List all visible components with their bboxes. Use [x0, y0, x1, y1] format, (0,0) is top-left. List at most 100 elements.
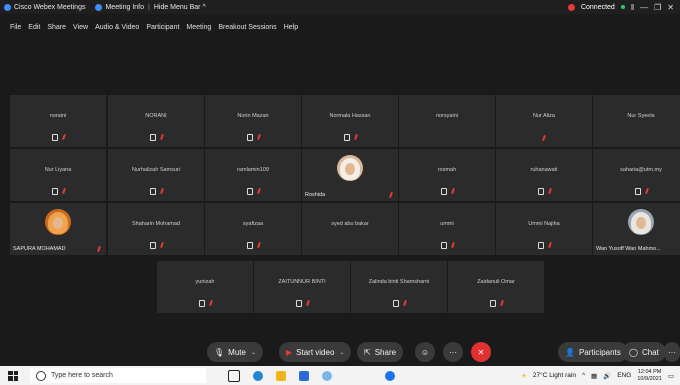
participant-tile[interactable]: Ummi Najiha — [496, 203, 592, 255]
participant-avatar — [45, 209, 71, 235]
participant-tile[interactable]: Nur Syeela — [593, 95, 680, 147]
participant-tile[interactable]: Nur Liyana — [10, 149, 106, 201]
participant-tile[interactable]: Zaidanuli Omar — [448, 261, 544, 313]
muted-icon — [402, 299, 407, 307]
participant-tile[interactable]: syed abu bakar — [302, 203, 398, 255]
participant-tile[interactable]: ZAITUNNUR BINTI — [254, 261, 350, 313]
pinned-app-icon[interactable] — [385, 370, 395, 381]
taskbar-search-placeholder: Type here to search — [51, 372, 113, 379]
windows-taskbar: Type here to search ☀ 27°C Light rain ^ … — [0, 366, 680, 385]
participant-name: saharia@utm.my — [620, 167, 662, 173]
app-title: Cisco Webex Meetings — [4, 3, 85, 11]
notifications-icon[interactable]: ▭ — [668, 372, 674, 380]
mute-button[interactable]: 🎙 Mute ⌄ — [207, 342, 263, 362]
participant-name: ummi — [440, 221, 454, 227]
muted-icon — [547, 187, 552, 195]
file-explorer-icon[interactable] — [276, 370, 286, 381]
minimize-button[interactable]: — — [640, 3, 648, 12]
video-options-chevron-icon[interactable]: ⌄ — [339, 349, 344, 356]
language-indicator[interactable]: ENG — [617, 372, 631, 379]
participant-tile[interactable]: ummi — [399, 203, 495, 255]
restore-button[interactable]: ❐ — [654, 3, 661, 12]
muted-icon — [389, 191, 393, 199]
menu-file[interactable]: File — [10, 24, 21, 36]
participant-tile[interactable]: syafizaa — [205, 203, 301, 255]
participant-name: norsyaini — [435, 113, 458, 119]
participant-tile[interactable]: saharia@utm.my — [593, 149, 680, 201]
muted-icon — [159, 241, 164, 249]
participant-name: Zalinda binti Shamsharni — [368, 279, 430, 285]
muted-icon — [159, 133, 164, 141]
connection-status-text: Connected — [580, 3, 615, 11]
participant-tile[interactable]: yunizah — [157, 261, 253, 313]
volume-icon[interactable]: 🔊 — [603, 372, 611, 380]
participant-tile[interactable]: NORANI — [108, 95, 204, 147]
share-button[interactable]: ⇱ Share — [357, 342, 404, 362]
menu-edit[interactable]: Edit — [28, 24, 40, 36]
video-off-icon — [149, 242, 156, 249]
meeting-controls: 🎙 Mute ⌄ ▶ Start video ⌄ ⇱ Share ☺ ··· ✕… — [0, 342, 680, 366]
more-options-button[interactable]: ··· — [443, 342, 463, 362]
participant-tile[interactable]: Nur Aliza — [496, 95, 592, 147]
participant-tile[interactable]: Roshida — [302, 149, 398, 201]
info-icon — [95, 3, 103, 11]
weather-icon: ☀ — [521, 372, 527, 380]
store-icon[interactable] — [299, 370, 309, 381]
participant-tile[interactable]: Wan Yusoff Wan Mahmo... — [593, 203, 680, 255]
network-icon[interactable]: ▦ — [591, 372, 597, 380]
participant-tile[interactable]: SAPURA MOHAMAD — [10, 203, 106, 255]
tray-chevron-icon[interactable]: ^ — [582, 372, 585, 379]
avatar-face — [53, 217, 63, 229]
search-icon — [36, 370, 46, 381]
video-off-icon — [537, 188, 544, 195]
muted-icon — [256, 133, 261, 141]
edge-browser-icon[interactable] — [253, 370, 263, 381]
participant-tile[interactable]: Zalinda binti Shamsharni — [351, 261, 447, 313]
participant-tile[interactable]: ruhanawati — [496, 149, 592, 201]
meeting-info-button[interactable]: Meeting Info — [95, 3, 144, 11]
participant-status-icons — [205, 187, 301, 195]
menu-help[interactable]: Help — [284, 24, 298, 36]
video-off-icon — [246, 242, 253, 249]
muted-icon — [256, 241, 261, 249]
video-off-icon — [246, 188, 253, 195]
participants-button[interactable]: 👤 Participants — [558, 342, 628, 362]
participant-status-icons — [108, 133, 204, 141]
participant-status-icons — [496, 187, 592, 195]
menu-meeting[interactable]: Meeting — [186, 24, 211, 36]
windows-start-icon[interactable] — [8, 370, 18, 381]
hide-menu-bar-button[interactable]: Hide Menu Bar ^ — [154, 4, 206, 11]
mute-options-chevron-icon[interactable]: ⌄ — [251, 349, 256, 356]
participant-tile[interactable]: noraini — [10, 95, 106, 147]
participant-tile[interactable]: ramlamin109 — [205, 149, 301, 201]
taskbar-search-box[interactable]: Type here to search — [30, 368, 206, 383]
menu-participant[interactable]: Participant — [146, 24, 179, 36]
close-window-button[interactable]: ✕ — [667, 3, 674, 12]
menu-share[interactable]: Share — [47, 24, 66, 36]
reactions-button[interactable]: ☺ — [415, 342, 435, 362]
menu-audio-video[interactable]: Audio & Video — [95, 24, 139, 36]
muted-icon — [499, 299, 504, 307]
participant-name: rosmah — [437, 167, 457, 173]
webex-taskbar-icon[interactable] — [322, 370, 332, 381]
muted-icon — [450, 187, 455, 195]
participant-status-icons — [399, 241, 495, 249]
participant-tile[interactable]: Norin Mazan — [205, 95, 301, 147]
chat-button[interactable]: ◯ Chat — [622, 342, 666, 362]
menu-view[interactable]: View — [73, 24, 88, 36]
more-panels-button[interactable]: ··· — [664, 342, 680, 362]
participant-name: ruhanawati — [530, 167, 558, 173]
participant-tile[interactable]: Shaharin Mohamad — [108, 203, 204, 255]
video-off-icon — [440, 242, 447, 249]
task-view-icon[interactable] — [228, 369, 240, 382]
menu-breakout-sessions[interactable]: Breakout Sessions — [218, 24, 276, 36]
share-label: Share — [374, 347, 397, 357]
participant-tile[interactable]: norsyaini — [399, 95, 495, 147]
participant-tile[interactable]: Nurhalizah Samsuri — [108, 149, 204, 201]
participant-tile[interactable]: Normala Hassan — [302, 95, 398, 147]
leave-meeting-button[interactable]: ✕ — [471, 342, 491, 362]
participant-tile[interactable]: rosmah — [399, 149, 495, 201]
weather-text[interactable]: 27°C Light rain — [533, 372, 576, 379]
taskbar-clock[interactable]: 12:04 PM 10/9/2021 — [637, 369, 661, 383]
start-video-button[interactable]: ▶ Start video ⌄ — [279, 342, 352, 362]
